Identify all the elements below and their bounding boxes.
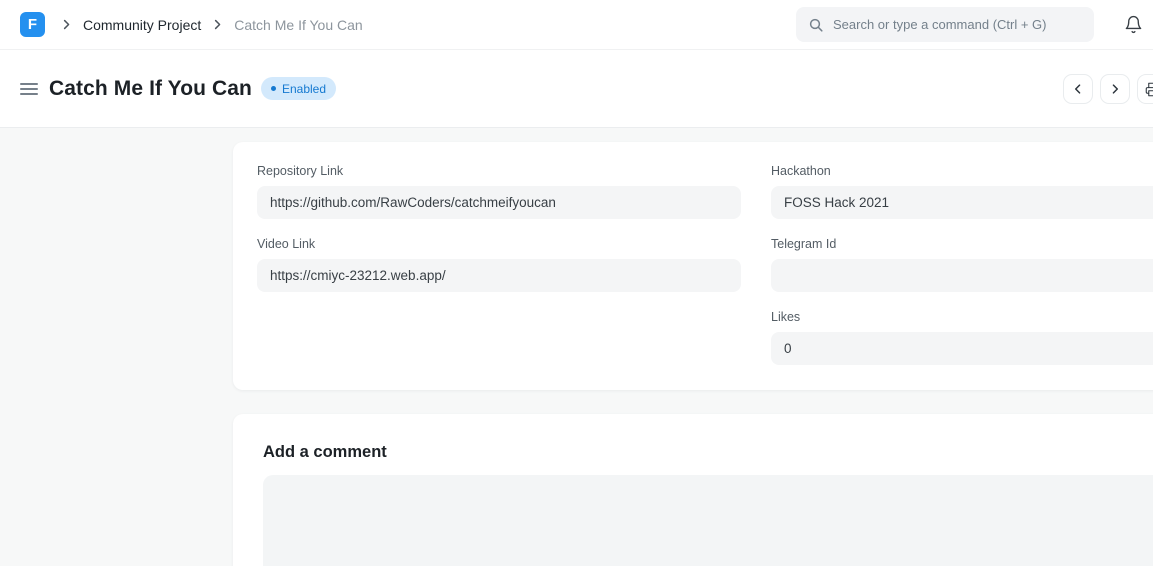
repository-link-input[interactable]	[257, 186, 741, 219]
bell-icon	[1124, 15, 1143, 34]
repository-link-field: Repository Link	[257, 164, 741, 219]
likes-field: Likes	[771, 310, 1153, 365]
likes-input[interactable]	[771, 332, 1153, 365]
notifications-button[interactable]	[1124, 15, 1143, 34]
chevron-right-icon	[210, 17, 225, 32]
form-column-right: Hackathon Telegram Id Likes	[771, 164, 1153, 365]
hackathon-input[interactable]	[771, 186, 1153, 219]
search-icon	[808, 17, 824, 33]
add-comment-heading: Add a comment	[263, 443, 1153, 462]
sidebar-toggle-icon[interactable]	[20, 83, 38, 95]
chevron-right-icon	[1108, 82, 1122, 96]
header-actions	[1063, 74, 1153, 104]
hackathon-field: Hackathon	[771, 164, 1153, 219]
frappe-logo-icon[interactable]: F	[20, 12, 45, 37]
print-button[interactable]	[1137, 74, 1153, 104]
breadcrumb-community-project[interactable]: Community Project	[83, 17, 201, 33]
page-header: Catch Me If You Can Enabled	[0, 50, 1153, 128]
telegram-id-label: Telegram Id	[771, 237, 1153, 252]
comment-section-card: Add a comment	[233, 414, 1153, 566]
navbar: F Community Project Catch Me If You Can	[0, 0, 1153, 50]
comment-input[interactable]	[263, 475, 1153, 566]
chevron-right-icon	[59, 17, 74, 32]
status-dot-icon	[271, 86, 276, 91]
video-link-input[interactable]	[257, 259, 741, 292]
chevron-left-icon	[1071, 82, 1085, 96]
page-title: Catch Me If You Can	[49, 77, 252, 101]
global-search[interactable]	[796, 7, 1094, 42]
telegram-id-input[interactable]	[771, 259, 1153, 292]
status-badge-label: Enabled	[282, 82, 326, 96]
video-link-label: Video Link	[257, 237, 741, 252]
likes-label: Likes	[771, 310, 1153, 325]
form-grid: Repository Link Video Link Hackathon Tel…	[257, 164, 1153, 365]
form-column-left: Repository Link Video Link	[257, 164, 741, 365]
telegram-id-field: Telegram Id	[771, 237, 1153, 292]
next-document-button[interactable]	[1100, 74, 1130, 104]
search-input[interactable]	[833, 17, 1082, 32]
repository-link-label: Repository Link	[257, 164, 741, 179]
main-content: Repository Link Video Link Hackathon Tel…	[0, 128, 1153, 566]
printer-icon	[1145, 82, 1153, 97]
breadcrumb-current-doc: Catch Me If You Can	[234, 17, 362, 33]
previous-document-button[interactable]	[1063, 74, 1093, 104]
video-link-field: Video Link	[257, 237, 741, 292]
details-section-card: Repository Link Video Link Hackathon Tel…	[233, 142, 1153, 390]
status-badge: Enabled	[261, 77, 336, 100]
hackathon-label: Hackathon	[771, 164, 1153, 179]
